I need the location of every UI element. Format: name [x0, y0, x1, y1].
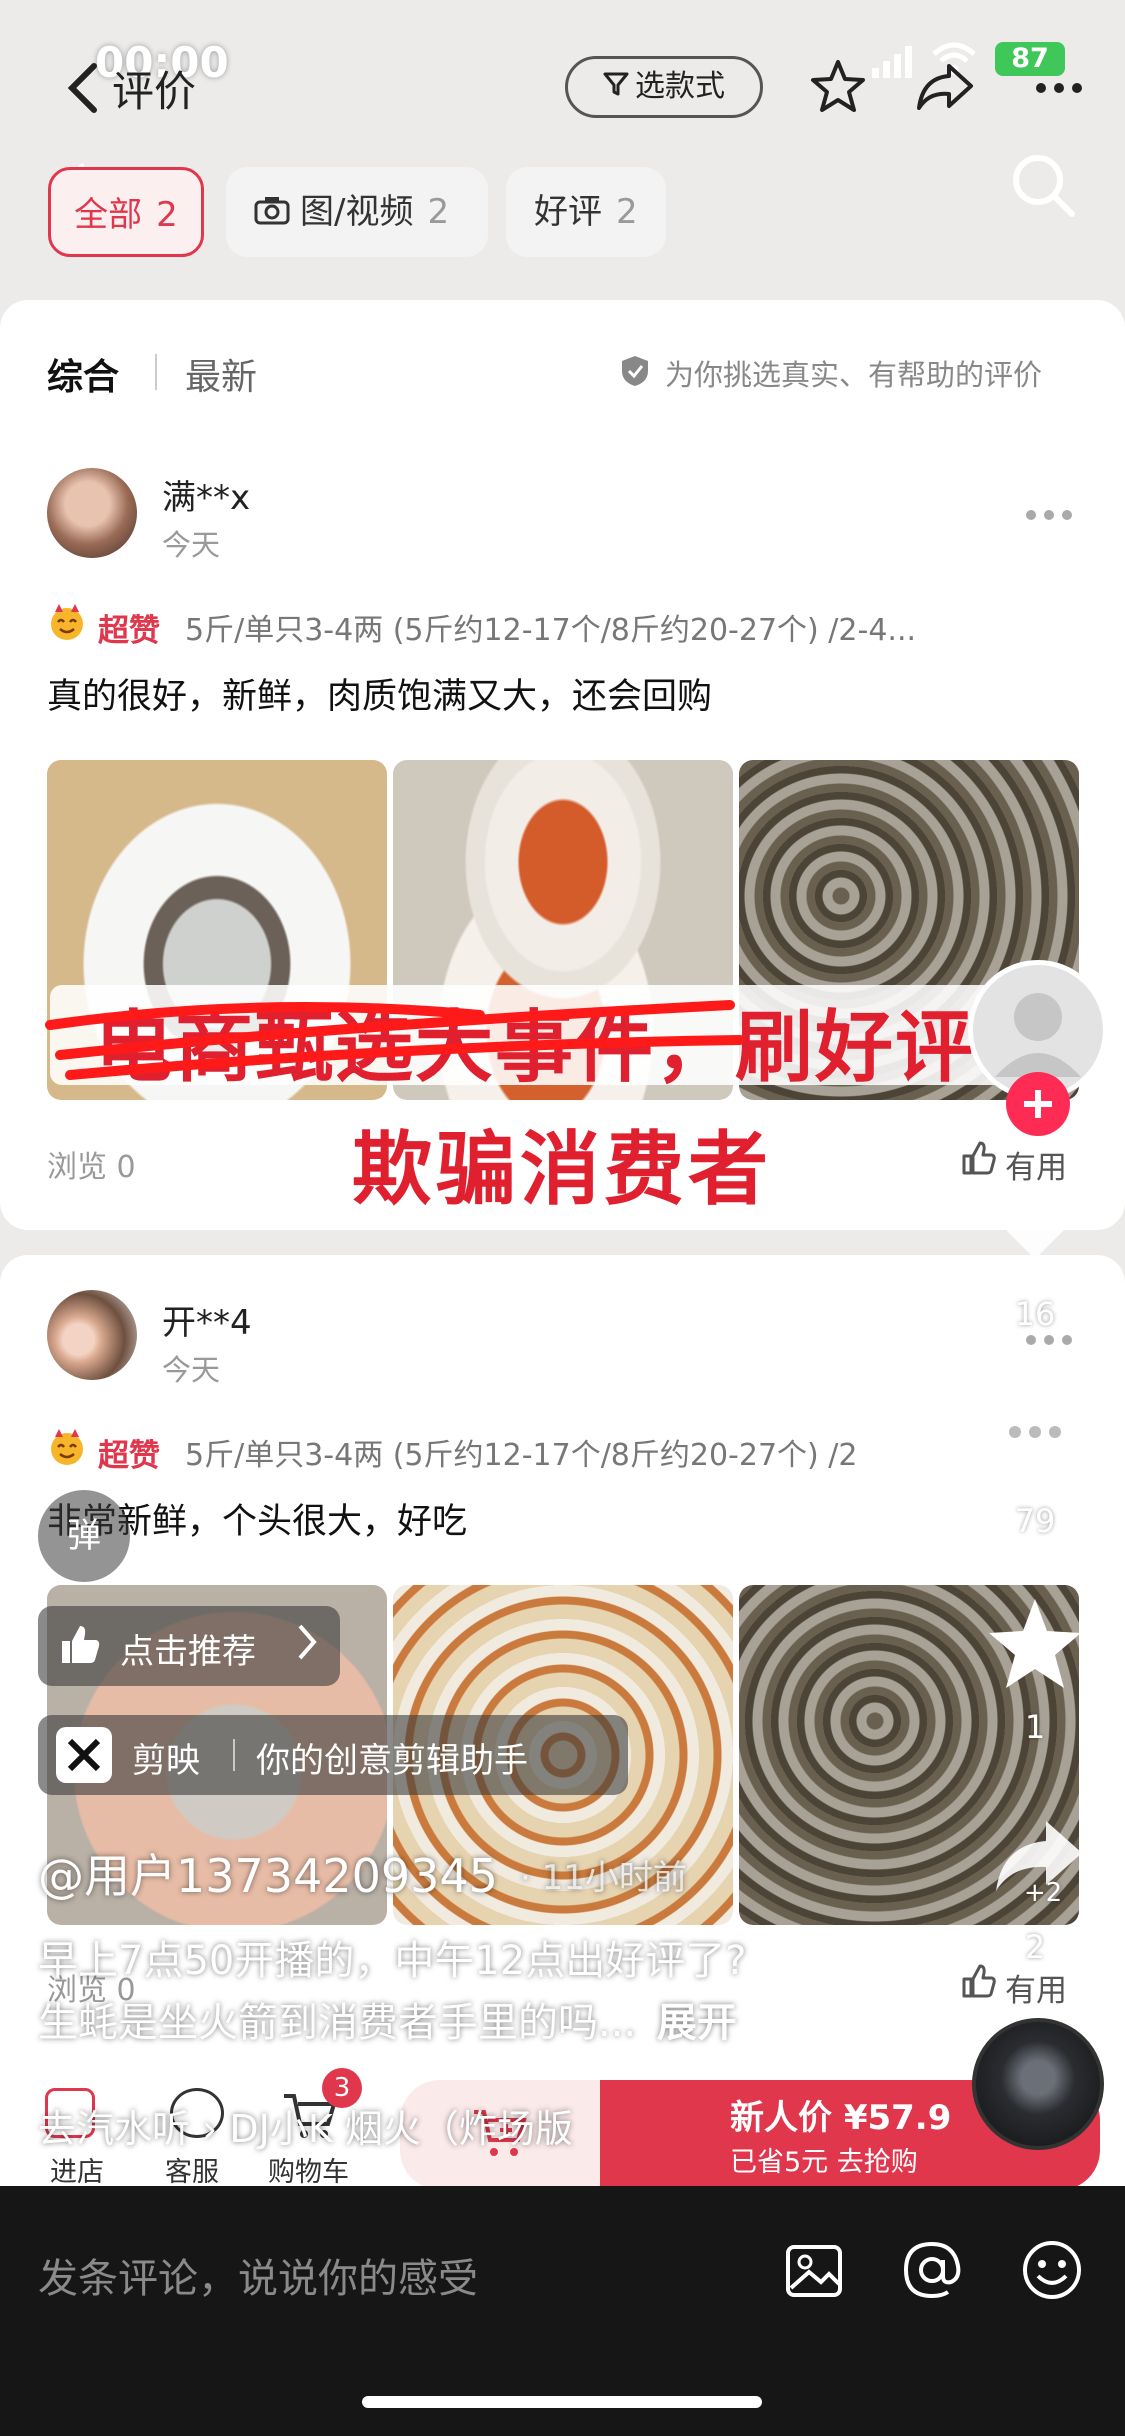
review-time: 今天 [162, 1353, 221, 1387]
sort-comprehensive[interactable]: 综合 [47, 348, 119, 400]
saved-label: 已省5元 去抢购 [730, 2147, 918, 2178]
camera-icon [254, 169, 290, 259]
headline-main: 欺骗消费者 [352, 1123, 772, 1216]
expand-link[interactable]: 展开 [657, 2000, 737, 2046]
service-label[interactable]: 客服 [165, 2150, 219, 2189]
rating-emoji-icon [47, 602, 87, 646]
image-icon[interactable] [785, 2242, 843, 2304]
capcut-divider [233, 1739, 235, 1771]
favorite-count: 1 [1024, 1708, 1046, 1746]
page-title: 评价 [112, 67, 197, 116]
recommend-button[interactable]: 点击推荐 [38, 1606, 340, 1686]
review-views: 浏览 0 [47, 1150, 136, 1185]
thumbs-up-icon[interactable] [960, 1140, 996, 1180]
music-disc[interactable] [972, 2018, 1104, 2150]
sort-latest[interactable]: 最新 [185, 348, 257, 400]
price-label: 新人价 ¥57.9 [730, 2098, 952, 2138]
favorite-star-icon[interactable] [985, 1595, 1085, 1695]
like-heart-icon[interactable] [985, 1175, 1085, 1269]
rating-badge: 超赞 [98, 1438, 160, 1474]
comment-bubble-icon[interactable] [985, 1388, 1085, 1486]
post-time: · 11小时前 [520, 1858, 687, 1898]
back-icon[interactable] [62, 60, 102, 120]
video-author[interactable]: @用户13734209345 [38, 1840, 498, 1906]
review-more-icon[interactable] [1025, 1331, 1073, 1350]
chevron-right-icon [296, 1622, 318, 1666]
music-ticker[interactable]: 去汽水听 › DJ小K 烟火（炸场版 [38, 2098, 573, 2153]
mention-icon[interactable] [900, 2238, 964, 2306]
battery-indicator: 87 [995, 42, 1065, 76]
capcut-logo-icon [56, 1727, 112, 1783]
capcut-promo[interactable]: 剪映 你的创意剪辑助手 [38, 1715, 628, 1795]
helpful-label[interactable]: 有用 [1005, 1965, 1067, 2010]
strike-scribble [40, 985, 760, 1099]
comment-count: 79 [1014, 1502, 1056, 1540]
share-plus: +2 [1023, 1878, 1063, 1908]
review-username: 开**4 [162, 1303, 252, 1343]
review-username: 满**x [162, 478, 251, 518]
sort-divider [155, 354, 157, 390]
search-icon[interactable] [1008, 150, 1078, 224]
danmu-toggle[interactable]: 弹 [38, 1490, 130, 1582]
share-count: 2 [1024, 1928, 1046, 1966]
share-icon[interactable] [915, 60, 975, 118]
caption-line-2: 生蚝是坐火箭到消费者手里的吗... 展开 [38, 2000, 737, 2046]
avatar[interactable] [47, 468, 137, 558]
style-filter-button[interactable]: 选款式 [565, 56, 763, 118]
review-more-icon[interactable] [1025, 506, 1073, 525]
filter-icon [603, 60, 629, 116]
star-icon[interactable] [810, 58, 866, 118]
follow-plus-button[interactable] [1006, 1072, 1070, 1136]
review-text: 真的很好，新鲜，肉质饱满又大，还会回购 [47, 677, 713, 717]
comment-bar: 发条评论，说说你的感受 [0, 2186, 1125, 2436]
home-indicator [362, 2396, 762, 2408]
thumbs-up-icon [62, 1626, 100, 1663]
review-spec: 5斤/单只3-4两 (5斤约12-17个/8斤约20-27个) /2-4... [185, 613, 917, 648]
shield-icon [620, 354, 650, 392]
thumbs-up-icon[interactable] [960, 1963, 996, 2003]
caption-line-1: 早上7点50开播的，中午12点出好评了? [38, 1938, 747, 1984]
cart-label[interactable]: 购物车 [268, 2150, 349, 2189]
rating-badge: 超赞 [98, 613, 160, 649]
store-label[interactable]: 进店 [50, 2150, 104, 2189]
avatar[interactable] [47, 1290, 137, 1380]
more-icon[interactable] [1035, 80, 1083, 99]
tab-all[interactable]: 全部 2 [48, 167, 204, 257]
emoji-icon[interactable] [1020, 2238, 1084, 2306]
signal-icon [872, 46, 916, 78]
tab-media[interactable]: 图/视频 2 [226, 167, 488, 257]
review-spec: 5斤/单只3-4两 (5斤约12-17个/8斤约20-27个) /2 [185, 1438, 858, 1473]
like-count: 16 [1014, 1295, 1056, 1333]
comment-input[interactable]: 发条评论，说说你的感受 [38, 2246, 478, 2304]
rating-emoji-icon [47, 1427, 87, 1471]
review-time: 今天 [162, 528, 221, 562]
tab-positive[interactable]: 好评 2 [506, 167, 666, 257]
sort-note: 为你挑选真实、有帮助的评价 [665, 358, 1043, 392]
